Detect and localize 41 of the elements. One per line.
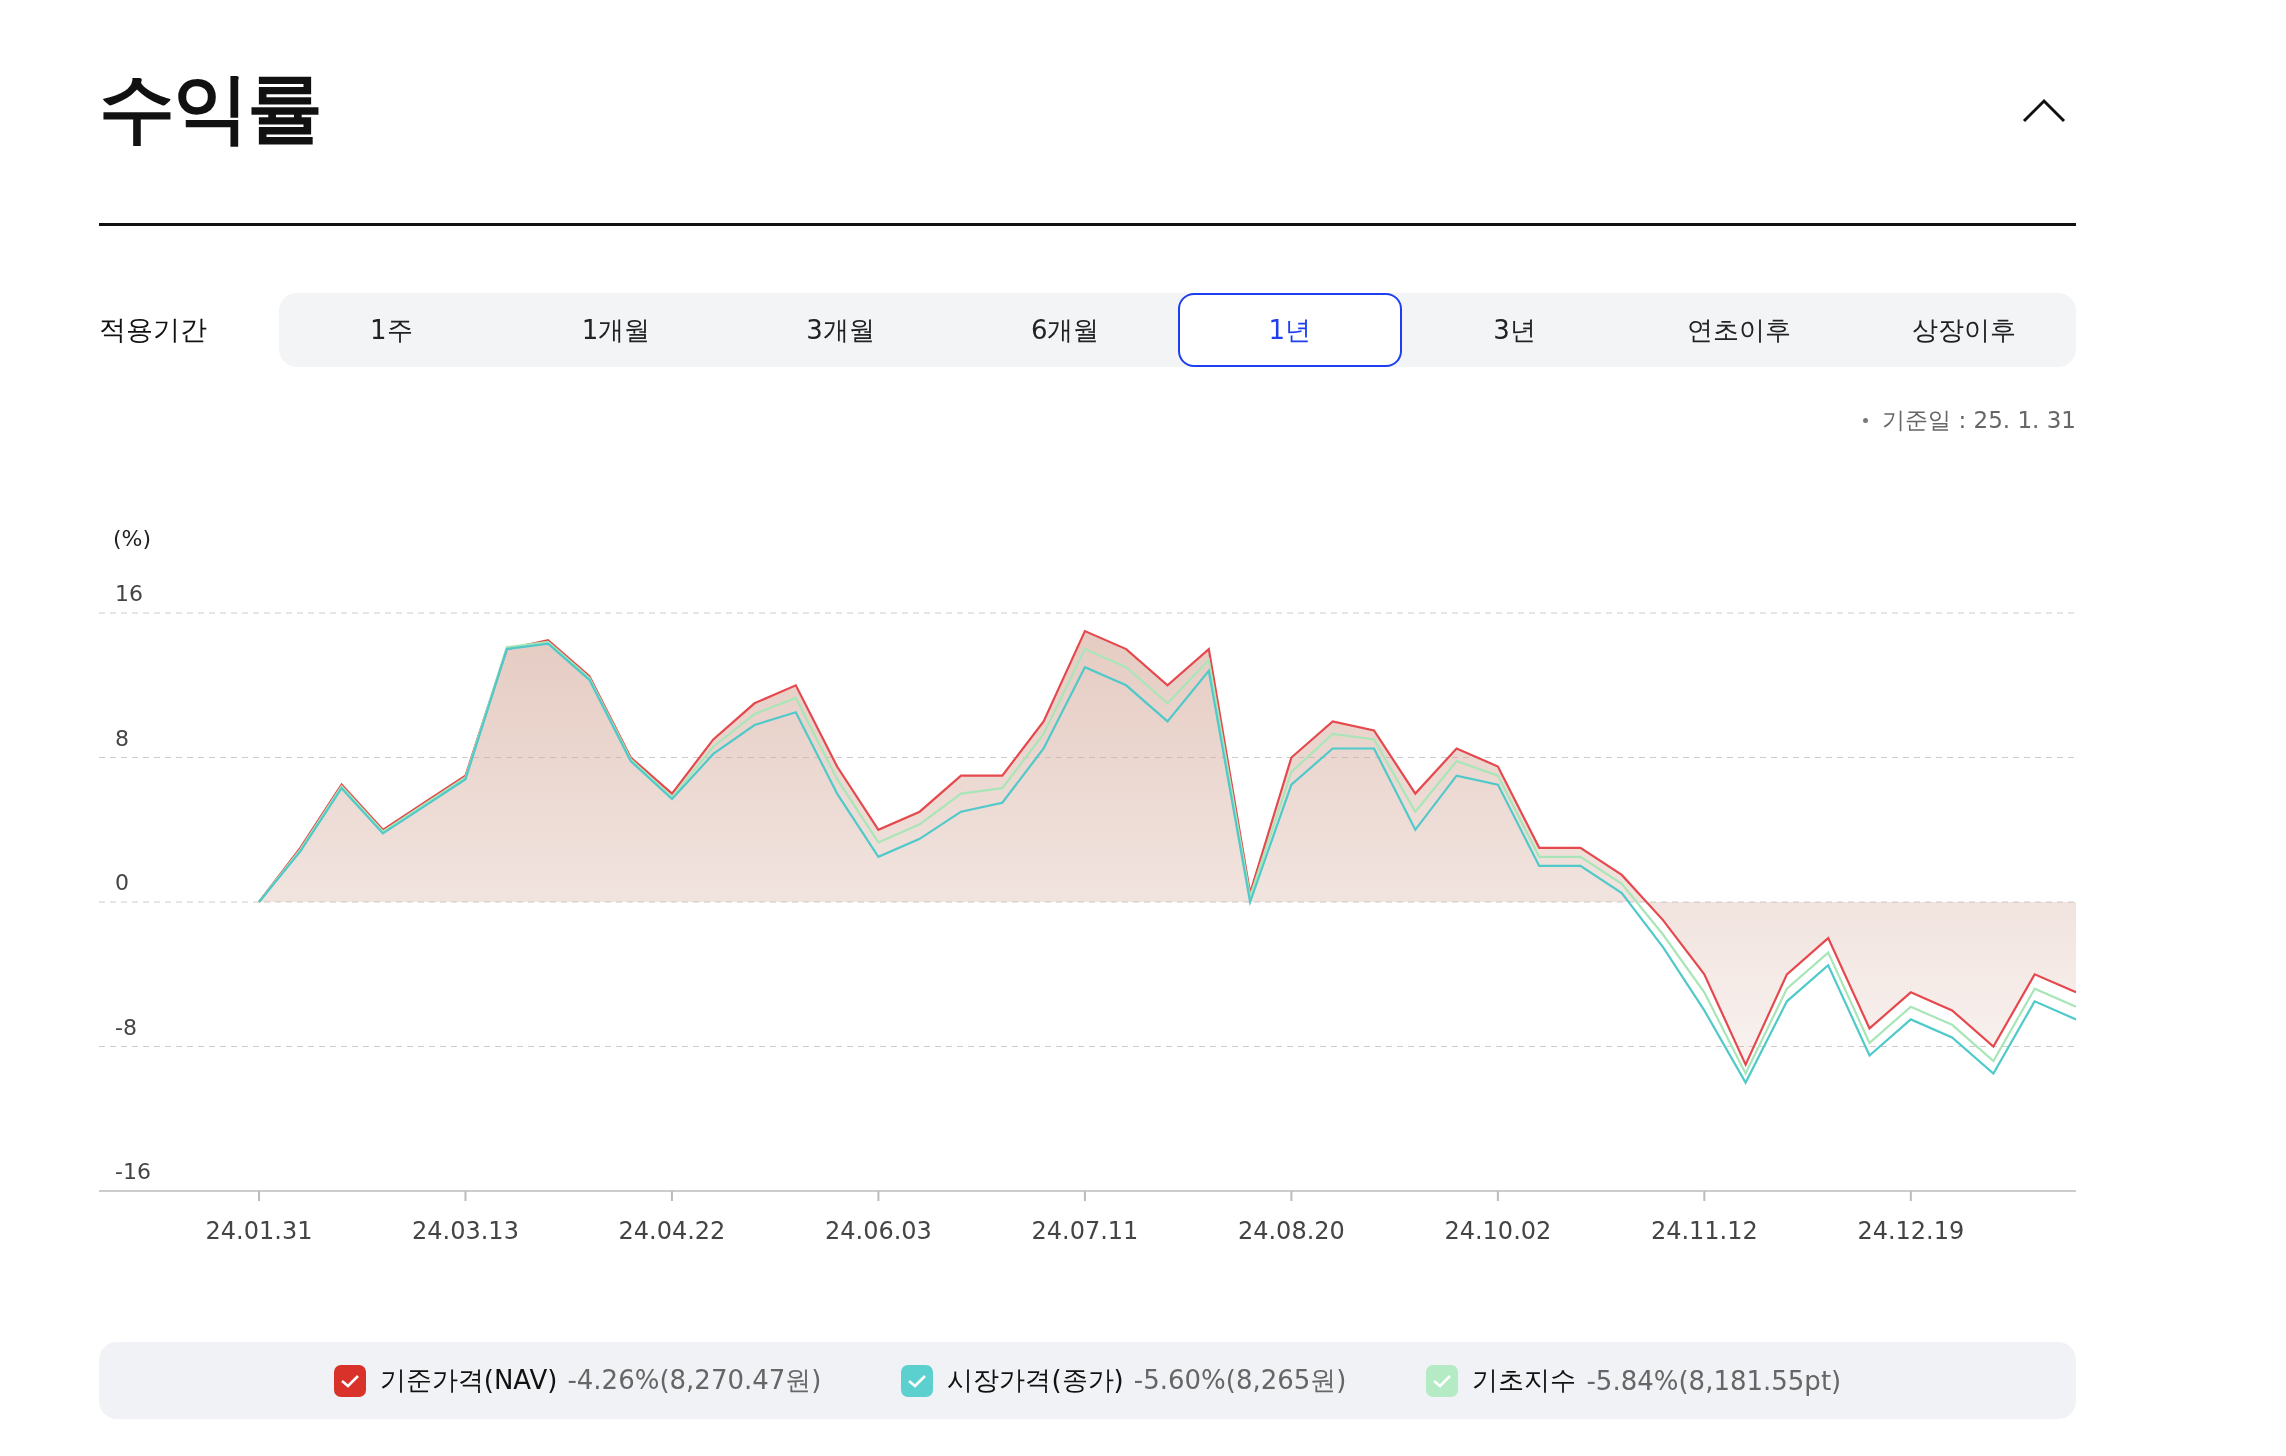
- period-tab[interactable]: 3년: [1402, 293, 1627, 367]
- legend-checkbox[interactable]: [333, 1364, 366, 1397]
- x-tick-label: 24.10.02: [1444, 1217, 1552, 1245]
- legend-value: -5.60%(8,265원): [1133, 1364, 1347, 1397]
- period-tab[interactable]: 1년: [1177, 293, 1403, 367]
- x-tick-label: 24.07.11: [1031, 1217, 1139, 1245]
- x-tick-label: 24.06.03: [825, 1217, 932, 1245]
- period-tab[interactable]: 1주: [279, 293, 504, 367]
- legend-name: 기준가격(NAV): [379, 1364, 558, 1397]
- period-tab[interactable]: 상장이후: [1851, 293, 2076, 367]
- period-tab[interactable]: 연초이후: [1626, 293, 1852, 367]
- x-tick-label: 24.08.20: [1237, 1217, 1345, 1245]
- bullet-icon: [1863, 418, 1869, 423]
- legend-name: 시장가격(종가): [947, 1364, 1124, 1397]
- legend-name: 기초지수: [1472, 1364, 1577, 1397]
- check-icon: [907, 1372, 928, 1389]
- x-tick-label: 24.01.31: [205, 1217, 313, 1245]
- period-tab[interactable]: 3개월: [728, 293, 953, 367]
- collapse-button[interactable]: [2022, 96, 2066, 123]
- check-icon: [1432, 1372, 1453, 1389]
- check-icon: [339, 1372, 360, 1389]
- period-tab[interactable]: 6개월: [952, 293, 1178, 367]
- period-label: 적용기간: [99, 313, 208, 347]
- legend-value: -5.84%(8,181.55pt): [1586, 1365, 1842, 1396]
- x-tick-label: 24.04.22: [618, 1217, 726, 1245]
- y-tick-label: 0: [115, 870, 129, 895]
- chevron-icon: [2022, 96, 2066, 123]
- base-date: 기준일 : 25. 1. 31: [1882, 406, 2076, 435]
- x-tick-label: 24.11.12: [1650, 1217, 1758, 1245]
- legend-checkbox[interactable]: [1426, 1364, 1459, 1397]
- x-tick-label: 24.12.19: [1857, 1217, 1965, 1245]
- legend-checkbox[interactable]: [901, 1364, 934, 1397]
- y-tick-label: 16: [115, 581, 143, 606]
- x-tick-label: 24.03.13: [412, 1217, 519, 1245]
- y-tick-label: -16: [115, 1159, 151, 1184]
- y-tick-label: -8: [115, 1014, 137, 1040]
- y-tick-label: 8: [115, 725, 129, 751]
- section-title: 수익률: [99, 62, 321, 154]
- period-tab[interactable]: 1개월: [503, 293, 729, 367]
- legend-value: -4.26%(8,270.47원): [567, 1364, 822, 1397]
- y-axis-unit: (%): [113, 526, 152, 551]
